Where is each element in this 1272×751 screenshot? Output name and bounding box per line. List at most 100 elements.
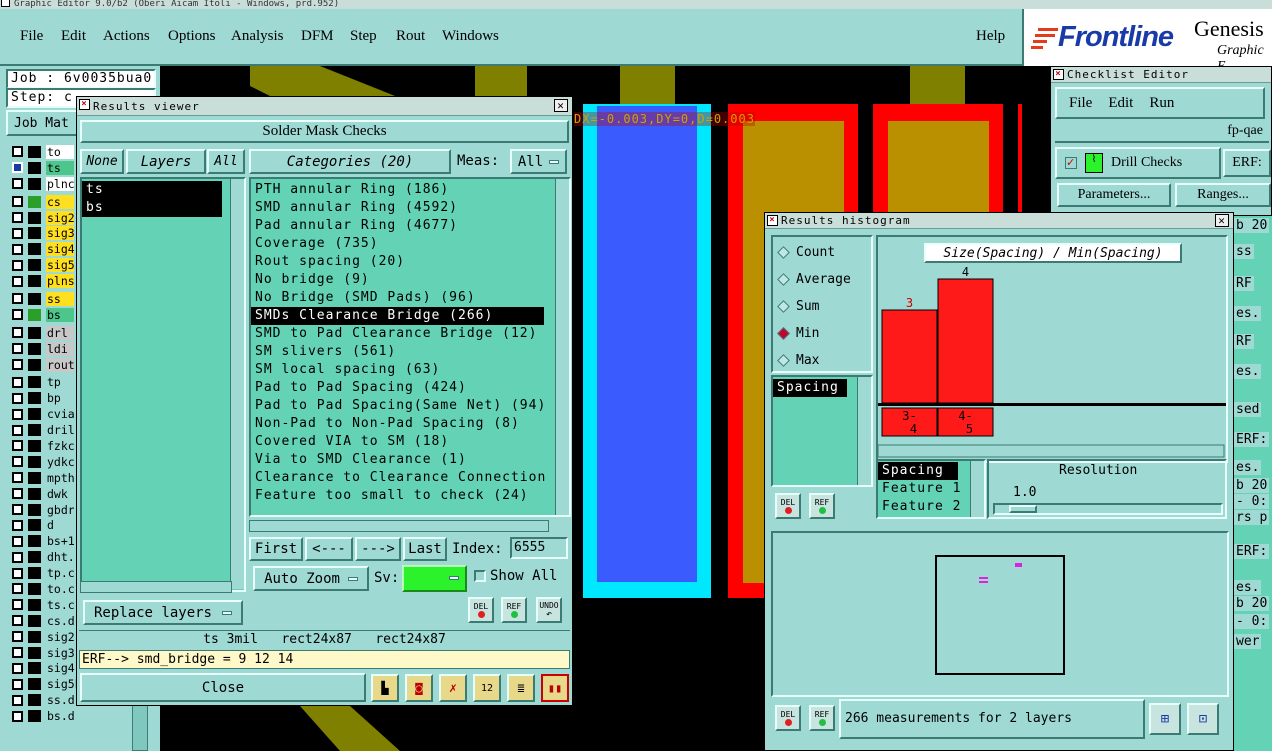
zoom-select-icon[interactable]: ⊡: [1187, 703, 1219, 735]
layers-button[interactable]: Layers: [126, 149, 206, 174]
checklist-menu-edit[interactable]: Edit: [1108, 95, 1133, 112]
histogram-bar[interactable]: [881, 309, 938, 404]
parameters-button[interactable]: Parameters...: [1057, 183, 1171, 207]
checklist-menu-file[interactable]: File: [1069, 95, 1092, 112]
layer-checkbox[interactable]: [12, 408, 23, 420]
window-menu-icon[interactable]: ×: [79, 99, 90, 110]
category-item[interactable]: SM slivers (561): [251, 343, 569, 361]
histogram-tool-icon[interactable]: ▮▮: [541, 674, 569, 702]
help-menu[interactable]: Help: [976, 28, 1005, 45]
layer-checkbox[interactable]: [12, 327, 23, 339]
result-layer-item[interactable]: bs: [82, 199, 222, 217]
menu-windows[interactable]: Windows: [442, 28, 499, 45]
layer-list-hscroll[interactable]: [80, 581, 232, 593]
none-layers-button[interactable]: None: [80, 149, 124, 174]
auto-zoom-select[interactable]: Auto Zoom: [253, 566, 369, 591]
zoom-fit-icon[interactable]: ⊞: [1149, 703, 1181, 735]
sort-item[interactable]: Feature 2: [878, 498, 984, 516]
result-layer-list[interactable]: ts bs: [80, 177, 246, 592]
layer-checkbox[interactable]: [12, 343, 23, 355]
layer-checkbox[interactable]: [12, 567, 23, 579]
category-item[interactable]: Pad to Pad Spacing(Same Net) (94): [251, 397, 569, 415]
prev-button[interactable]: <---: [305, 537, 353, 561]
app-close-icon[interactable]: [1, 0, 10, 7]
ranges-button[interactable]: Ranges...: [1175, 183, 1271, 207]
show-all-checkbox[interactable]: Show All: [474, 568, 557, 584]
category-item[interactable]: Rout spacing (20): [251, 253, 569, 271]
all-layers-button[interactable]: All: [207, 149, 245, 174]
layer-checkbox[interactable]: [12, 694, 23, 706]
first-button[interactable]: First: [249, 537, 303, 561]
mode-radio-average[interactable]: Average: [773, 266, 871, 293]
mode-radio-sum[interactable]: Sum: [773, 293, 871, 320]
layer-checkbox[interactable]: [12, 519, 23, 531]
category-item[interactable]: Coverage (735): [251, 235, 569, 253]
categories-button[interactable]: Categories (20): [249, 149, 451, 174]
close-window-icon[interactable]: ✕: [1215, 214, 1229, 227]
mode-radio-count[interactable]: Count: [773, 239, 871, 266]
replace-layers-select[interactable]: Replace layers: [83, 600, 243, 625]
category-item[interactable]: Non-Pad to Non-Pad Spacing (8): [251, 415, 569, 433]
histogram-bar[interactable]: [937, 278, 994, 404]
window-menu-icon[interactable]: ×: [767, 215, 778, 226]
menu-step[interactable]: Step: [350, 28, 377, 45]
layer-list-vscroll[interactable]: [230, 179, 244, 589]
histogram-chart[interactable]: Size(Spacing) / Min(Spacing) 3 3- 4 4 4- 5: [876, 235, 1228, 463]
layer-checkbox[interactable]: [12, 440, 23, 452]
layer-checkbox[interactable]: [12, 472, 23, 484]
sort-item[interactable]: Feature 1: [878, 480, 984, 498]
report-tool-icon[interactable]: ≣: [507, 674, 535, 702]
category-item[interactable]: No Bridge (SMD Pads) (96): [251, 289, 569, 307]
mode-radio-min[interactable]: Min: [773, 320, 871, 347]
layer-checkbox[interactable]: [12, 392, 23, 404]
radio-icon[interactable]: [777, 246, 790, 259]
layer-checkbox[interactable]: [12, 309, 23, 321]
menu-dfm[interactable]: DFM: [301, 28, 334, 45]
index-input[interactable]: 6555: [510, 537, 568, 559]
menu-options[interactable]: Options: [168, 28, 216, 45]
layer-checkbox[interactable]: [12, 275, 23, 287]
hist-ref-button[interactable]: REF: [809, 493, 835, 519]
layer-checkbox[interactable]: [12, 424, 23, 436]
category-item[interactable]: PTH annular Ring (186): [251, 181, 569, 199]
layer-checkbox[interactable]: [12, 376, 23, 388]
slider-thumb[interactable]: [1009, 505, 1037, 513]
layer-checkbox[interactable]: [12, 583, 23, 595]
ref-button[interactable]: REF: [501, 597, 527, 623]
layer-checkbox[interactable]: [12, 162, 23, 174]
meas-select[interactable]: All: [510, 149, 567, 174]
radio-icon[interactable]: [777, 273, 790, 286]
layer-checkbox[interactable]: [12, 196, 23, 208]
category-item[interactable]: Pad to Pad Spacing (424): [251, 379, 569, 397]
menu-actions[interactable]: Actions: [103, 28, 150, 45]
layer-checkbox[interactable]: [12, 259, 23, 271]
highlight-tool-icon[interactable]: ▙: [371, 674, 399, 702]
sort-list[interactable]: Spacing Feature 1 Feature 2: [876, 459, 986, 519]
record-tool-icon[interactable]: ◙: [405, 674, 433, 702]
menu-edit[interactable]: Edit: [61, 28, 86, 45]
sort-item[interactable]: Spacing: [878, 462, 958, 480]
layer-checkbox[interactable]: [12, 678, 23, 690]
category-item[interactable]: SMD to Pad Clearance Bridge (12): [251, 325, 569, 343]
category-list-vscroll[interactable]: [555, 179, 569, 515]
category-item[interactable]: Clearance to Clearance Connection: [251, 469, 569, 487]
hist-del-button[interactable]: DEL: [775, 493, 801, 519]
category-item[interactable]: No bridge (9): [251, 271, 569, 289]
layer-checkbox[interactable]: [12, 293, 23, 305]
checked-icon[interactable]: ✓: [1065, 157, 1077, 169]
close-window-icon[interactable]: ✕: [554, 99, 568, 112]
layer-checkbox[interactable]: [12, 615, 23, 627]
crossed-tool-icon[interactable]: ✗: [439, 674, 467, 702]
close-button[interactable]: Close: [80, 673, 366, 702]
sort-list-vscroll[interactable]: [970, 461, 984, 517]
measure-list-vscroll[interactable]: [857, 377, 871, 485]
checklist-menu-run[interactable]: Run: [1149, 95, 1174, 112]
preview-ref-button[interactable]: REF: [809, 705, 835, 731]
measure-list[interactable]: Spacing: [771, 375, 873, 487]
menu-analysis[interactable]: Analysis: [231, 28, 284, 45]
preview-del-button[interactable]: DEL: [775, 705, 801, 731]
del-button[interactable]: DEL: [468, 597, 494, 623]
window-menu-icon[interactable]: ×: [1053, 69, 1064, 80]
layer-checkbox[interactable]: [12, 599, 23, 611]
layer-checkbox[interactable]: [12, 212, 23, 223]
